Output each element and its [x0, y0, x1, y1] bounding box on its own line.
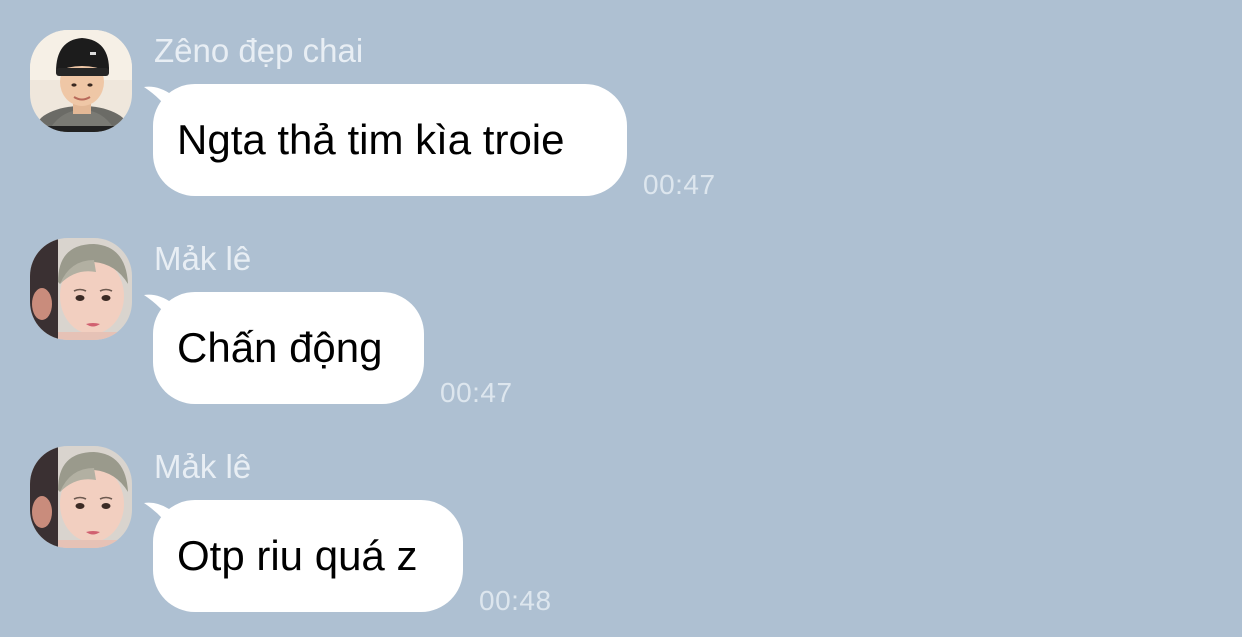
message-bubble[interactable]: Ngta thả tim kìa troie — [153, 84, 627, 196]
avatar-person-blonde-icon — [30, 446, 132, 548]
message-text: Otp riu quá z — [177, 532, 418, 579]
message-text: Chấn động — [177, 324, 383, 371]
message-bubble[interactable]: Otp riu quá z — [153, 500, 463, 612]
sender-name: Mảk lê — [154, 240, 252, 277]
avatar[interactable] — [30, 238, 132, 340]
message-timestamp: 00:47 — [440, 377, 513, 408]
message-text: Ngta thả tim kìa troie — [177, 116, 565, 163]
sender-name: Mảk lê — [154, 448, 252, 485]
avatar[interactable] — [30, 30, 132, 132]
avatar-person-beanie-icon — [30, 30, 132, 132]
message-timestamp: 00:48 — [479, 585, 552, 616]
avatar[interactable] — [30, 446, 132, 548]
avatar-person-blonde-icon — [30, 238, 132, 340]
message-bubble[interactable]: Chấn động — [153, 292, 424, 404]
sender-name: Zêno đẹp chai — [154, 32, 364, 69]
message-timestamp: 00:47 — [643, 169, 716, 200]
